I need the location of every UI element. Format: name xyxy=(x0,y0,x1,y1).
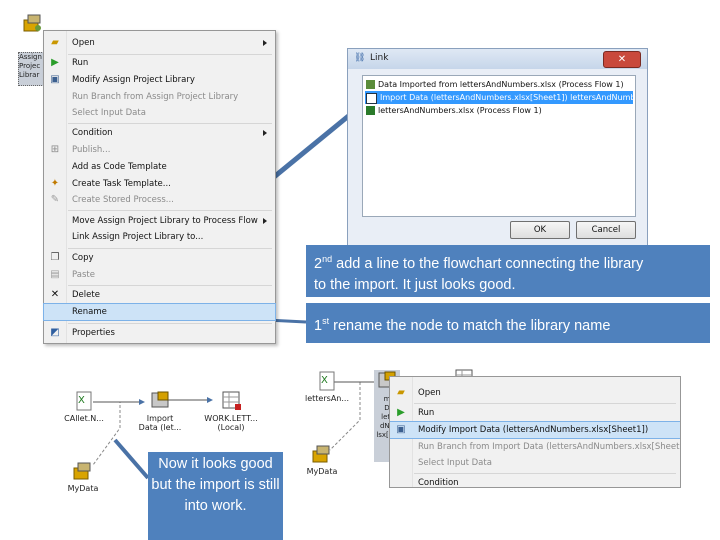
modify-icon: ▣ xyxy=(396,424,406,435)
flow-node-work-table[interactable]: WORK.LETT... (Local) xyxy=(200,390,262,432)
link-icon: ⛓ xyxy=(354,53,366,63)
menu-item-properties[interactable]: ◩ Properties xyxy=(44,325,275,341)
import-data-icon xyxy=(151,391,169,408)
ok-button[interactable]: OK xyxy=(510,221,570,239)
menu-item-select-input[interactable]: Select Input Data xyxy=(390,455,680,471)
library-icon xyxy=(312,445,330,463)
modify-icon: ▣ xyxy=(50,74,60,85)
library-icon xyxy=(73,462,91,480)
svg-text:X: X xyxy=(321,375,328,386)
menu-item-link-to[interactable]: Link Assign Project Library to... xyxy=(44,229,275,245)
open-folder-icon: ▰ xyxy=(51,37,59,48)
stored-process-icon: ✎ xyxy=(50,194,60,205)
excel-icon xyxy=(366,106,375,115)
flow-node-excel[interactable]: X lettersAn... xyxy=(302,370,352,403)
excel-file-icon: X xyxy=(319,371,335,391)
menu-item-run[interactable]: ▶ Run xyxy=(390,405,680,421)
data-icon xyxy=(366,80,375,89)
menu-item-modify[interactable]: ▣ Modify Assign Project Library xyxy=(44,72,275,88)
menu-item-move-to-process-flow[interactable]: Move Assign Project Library to Process F… xyxy=(44,213,275,229)
cancel-button[interactable]: Cancel xyxy=(576,221,636,239)
paste-icon: ▤ xyxy=(50,269,60,280)
menu-item-add-code-template[interactable]: Add as Code Template xyxy=(44,159,275,175)
run-play-icon: ▶ xyxy=(397,407,405,418)
menu-item-open[interactable]: ▰ Open xyxy=(390,385,680,401)
menu-item-paste[interactable]: ▤ Paste xyxy=(44,267,275,283)
table-icon xyxy=(222,391,241,410)
process-flow-1: X CAllet.N... Import Data (let... WORK.L… xyxy=(60,385,300,505)
list-item[interactable]: Data Imported from lettersAndNumbers.xls… xyxy=(365,78,633,91)
menu-item-create-stored-process[interactable]: ✎ Create Stored Process... xyxy=(44,192,275,208)
list-item-selected[interactable]: Import Data (lettersAndNumbers.xlsx[Shee… xyxy=(365,91,633,104)
callout-second-step: 2nd add a line to the flowchart connecti… xyxy=(306,245,710,297)
properties-icon: ◩ xyxy=(50,327,60,338)
menu-item-select-input[interactable]: Select Input Data xyxy=(44,105,275,121)
menu-item-open[interactable]: ▰ Open xyxy=(44,35,275,51)
menu-item-run-branch[interactable]: Run Branch from Import Data (lettersAndN… xyxy=(390,439,680,455)
menu-item-run-branch[interactable]: Run Branch from Assign Project Library xyxy=(44,89,275,105)
flow-node-import-data[interactable]: Import Data (let... xyxy=(132,390,188,432)
menu-item-run[interactable]: ▶ Run xyxy=(44,55,275,71)
link-target-list: Data Imported from lettersAndNumbers.xls… xyxy=(362,75,636,217)
open-folder-icon: ▰ xyxy=(397,387,405,398)
menu-item-modify-import[interactable]: ▣ Modify Import Data (lettersAndNumbers.… xyxy=(390,421,680,439)
run-play-icon: ▶ xyxy=(51,57,59,68)
dialog-titlebar: ⛓ Link ✕ xyxy=(348,49,647,69)
context-menu-import: ▰ Open ▶ Run ▣ Modify Import Data (lette… xyxy=(389,376,681,488)
flow-node-mydata[interactable]: MyData xyxy=(302,443,342,476)
context-menu-library: ▰ Open ▶ Run ▣ Modify Assign Project Lib… xyxy=(43,30,276,344)
svg-text:X: X xyxy=(78,395,85,406)
task-template-icon: ✦ xyxy=(50,178,60,189)
publish-icon: ⊞ xyxy=(50,144,60,155)
menu-item-create-task-template[interactable]: ✦ Create Task Template... xyxy=(44,176,275,192)
menu-item-delete[interactable]: ✕ Delete xyxy=(44,287,275,303)
copy-icon: ❐ xyxy=(50,252,60,263)
library-node-icon xyxy=(23,14,41,32)
menu-item-condition[interactable]: Condition xyxy=(44,125,275,141)
import-icon xyxy=(366,93,377,104)
menu-item-rename[interactable]: Rename xyxy=(43,303,276,321)
delete-x-icon: ✕ xyxy=(50,289,60,300)
excel-file-icon: X xyxy=(76,391,92,411)
flow-node-mydata[interactable]: MyData xyxy=(60,460,106,493)
list-item[interactable]: lettersAndNumbers.xlsx (Process Flow 1) xyxy=(365,104,633,117)
library-node-label: Assign Projec Librar xyxy=(18,52,46,86)
process-flow-2: X lettersAn... MyData m D lett dNu lsx[S… xyxy=(300,368,400,488)
menu-item-publish[interactable]: ⊞ Publish... xyxy=(44,142,275,158)
link-dialog: ⛓ Link ✕ Data Imported from lettersAndNu… xyxy=(347,48,648,246)
callout-first-step: 1st rename the node to match the library… xyxy=(306,303,710,343)
dialog-title: Link xyxy=(370,53,389,63)
dialog-close-button[interactable]: ✕ xyxy=(603,51,641,68)
flow-node-excel[interactable]: X CAllet.N... xyxy=(60,390,108,423)
menu-item-condition[interactable]: Condition xyxy=(390,475,680,487)
menu-item-copy[interactable]: ❐ Copy xyxy=(44,250,275,266)
